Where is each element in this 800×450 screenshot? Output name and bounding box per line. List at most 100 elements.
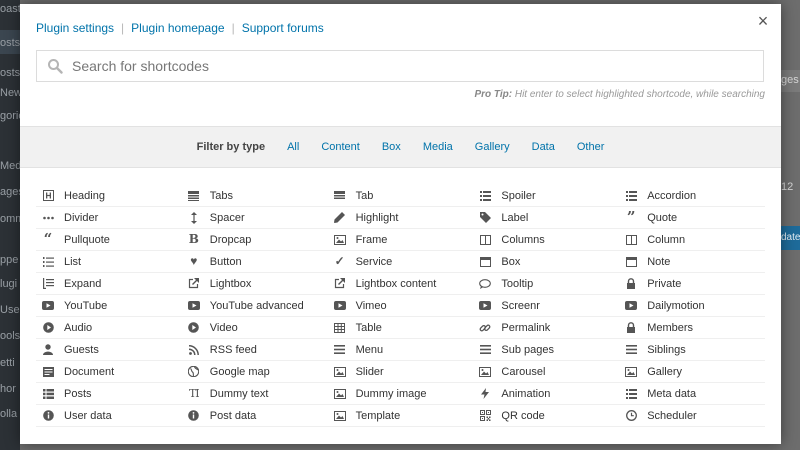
shortcode-item-siblings[interactable]: Siblings xyxy=(619,339,765,361)
shortcode-item-meta-data[interactable]: Meta data xyxy=(619,383,765,405)
shortcode-item-document[interactable]: Document xyxy=(36,361,182,383)
backdrop-fragment: ges xyxy=(781,74,799,86)
label-icon xyxy=(477,212,493,223)
shortcode-item-dailymotion[interactable]: Dailymotion xyxy=(619,295,765,317)
shortcode-item-animation[interactable]: Animation xyxy=(473,383,620,405)
puzzle-icon xyxy=(332,410,348,421)
modal-top-nav: Plugin settings | Plugin homepage | Support … xyxy=(36,21,324,35)
shortcode-item-tooltip[interactable]: Tooltip xyxy=(473,273,620,295)
globe-icon xyxy=(186,366,202,377)
shortcode-item-carousel[interactable]: Carousel xyxy=(473,361,620,383)
shortcode-item-table[interactable]: Table xyxy=(327,317,474,339)
shortcode-item-posts[interactable]: Posts xyxy=(36,383,182,405)
filter-all[interactable]: All xyxy=(287,141,299,153)
shortcode-item-highlight[interactable]: Highlight xyxy=(327,207,474,229)
backdrop-menu-fragment: osts xyxy=(0,67,20,79)
backdrop-menu-fragment: oast xyxy=(0,3,20,15)
shortcode-item-qr-code[interactable]: QR code xyxy=(473,405,620,427)
shortcode-item-vimeo[interactable]: Vimeo xyxy=(327,295,474,317)
search-input[interactable] xyxy=(72,52,763,80)
column-icon xyxy=(623,234,639,245)
backdrop-update-button: date xyxy=(781,226,800,250)
filter-content[interactable]: Content xyxy=(321,141,360,153)
plugin-homepage-link[interactable]: Plugin homepage xyxy=(131,21,224,35)
shortcode-item-button[interactable]: ♥ Button xyxy=(181,251,328,273)
shortcode-item-user-data[interactable]: User data xyxy=(36,405,182,427)
shortcode-label: Members xyxy=(647,321,694,334)
shortcode-item-quote[interactable]: ” Quote xyxy=(619,207,765,229)
shortcode-item-list[interactable]: List xyxy=(36,251,182,273)
shortcode-item-tab[interactable]: Tab xyxy=(327,185,474,207)
shortcode-item-spoiler[interactable]: Spoiler xyxy=(473,185,620,207)
support-forums-link[interactable]: Support forums xyxy=(242,21,324,35)
shortcode-item-screenr[interactable]: Screenr xyxy=(473,295,620,317)
shortcode-item-sub-pages[interactable]: Sub pages xyxy=(473,339,620,361)
document-icon xyxy=(40,366,56,377)
shortcode-item-permalink[interactable]: Permalink xyxy=(473,317,620,339)
shortcode-item-column[interactable]: Column xyxy=(619,229,765,251)
shortcode-item-dummy-image[interactable]: Dummy image xyxy=(327,383,474,405)
play-icon xyxy=(40,301,56,310)
shortcode-item-members[interactable]: Members xyxy=(619,317,765,339)
shortcode-item-note[interactable]: Note xyxy=(619,251,765,273)
filter-gallery[interactable]: Gallery xyxy=(475,141,510,153)
filter-other[interactable]: Other xyxy=(577,141,605,153)
backdrop-menu-fragment: osts xyxy=(0,37,20,49)
shortcode-label: Columns xyxy=(501,233,545,246)
filter-media[interactable]: Media xyxy=(423,141,453,153)
shortcode-label: Slider xyxy=(355,365,384,378)
shortcode-item-gallery[interactable]: Gallery xyxy=(619,361,765,383)
shortcode-item-service[interactable]: ✓ Service xyxy=(327,251,474,273)
shortcode-item-pullquote[interactable]: “ Pullquote xyxy=(36,229,182,251)
shortcode-item-dummy-text[interactable]: TI Dummy text xyxy=(181,383,328,405)
shortcode-item-label[interactable]: Label xyxy=(473,207,620,229)
shortcode-item-google-map[interactable]: Google map xyxy=(181,361,328,383)
menu-icon xyxy=(623,345,639,354)
shortcode-modal: × Plugin settings | Plugin homepage | Suppor… xyxy=(20,4,781,444)
shortcode-item-slider[interactable]: Slider xyxy=(327,361,474,383)
shortcode-item-audio[interactable]: Audio xyxy=(36,317,182,339)
shortcode-item-columns[interactable]: Columns xyxy=(473,229,620,251)
shortcode-item-youtube[interactable]: YouTube xyxy=(36,295,182,317)
shortcode-label: Table xyxy=(355,321,382,334)
image-icon xyxy=(477,366,493,377)
shortcode-item-accordion[interactable]: Accordion xyxy=(619,185,765,207)
shortcode-item-template[interactable]: Template xyxy=(327,405,474,427)
play-circle-icon xyxy=(186,322,202,333)
shortcode-label: Tooltip xyxy=(501,277,534,290)
accordion-icon xyxy=(623,190,639,201)
shortcode-item-video[interactable]: Video xyxy=(181,317,328,339)
shortcode-item-spacer[interactable]: Spacer xyxy=(181,207,328,229)
rss-icon xyxy=(186,344,202,355)
shortcode-item-expand[interactable]: Expand xyxy=(36,273,182,295)
shortcode-label: Siblings xyxy=(647,343,686,356)
shortcode-item-guests[interactable]: Guests xyxy=(36,339,182,361)
shortcode-item-lightbox-content[interactable]: Lightbox content xyxy=(327,273,474,295)
shortcode-item-lightbox[interactable]: Lightbox xyxy=(181,273,328,295)
shortcode-item-scheduler[interactable]: Scheduler xyxy=(619,405,765,427)
shortcode-item-rss-feed[interactable]: RSS feed xyxy=(181,339,328,361)
shortcode-label: Permalink xyxy=(501,321,551,334)
shortcode-item-private[interactable]: Private xyxy=(619,273,765,295)
note-icon xyxy=(623,256,639,267)
backdrop-menu-fragment: gorie xyxy=(0,110,20,122)
filter-data[interactable]: Data xyxy=(532,141,555,153)
filter-label: Filter by type xyxy=(196,141,266,153)
close-button[interactable]: × xyxy=(753,11,773,31)
filter-box[interactable]: Box xyxy=(382,141,401,153)
shortcode-item-post-data[interactable]: Post data xyxy=(181,405,328,427)
backdrop-menu-fragment: ages xyxy=(0,186,20,198)
lock-icon xyxy=(623,278,639,289)
shortcode-item-tabs[interactable]: Tabs xyxy=(181,185,328,207)
shortcode-item-divider[interactable]: Divider xyxy=(36,207,182,229)
spacer-icon xyxy=(186,211,202,224)
shortcode-item-menu[interactable]: Menu xyxy=(327,339,474,361)
plugin-settings-link[interactable]: Plugin settings xyxy=(36,21,114,35)
shortcode-label: Gallery xyxy=(647,365,683,378)
shortcode-item-frame[interactable]: Frame xyxy=(327,229,474,251)
shortcode-item-dropcap[interactable]: B Dropcap xyxy=(181,229,328,251)
shortcode-item-box[interactable]: Box xyxy=(473,251,620,273)
shortcode-item-youtube-advanced[interactable]: YouTube advanced xyxy=(181,295,328,317)
shortcode-label: Animation xyxy=(501,387,551,400)
shortcode-item-heading[interactable]: Heading xyxy=(36,185,182,207)
